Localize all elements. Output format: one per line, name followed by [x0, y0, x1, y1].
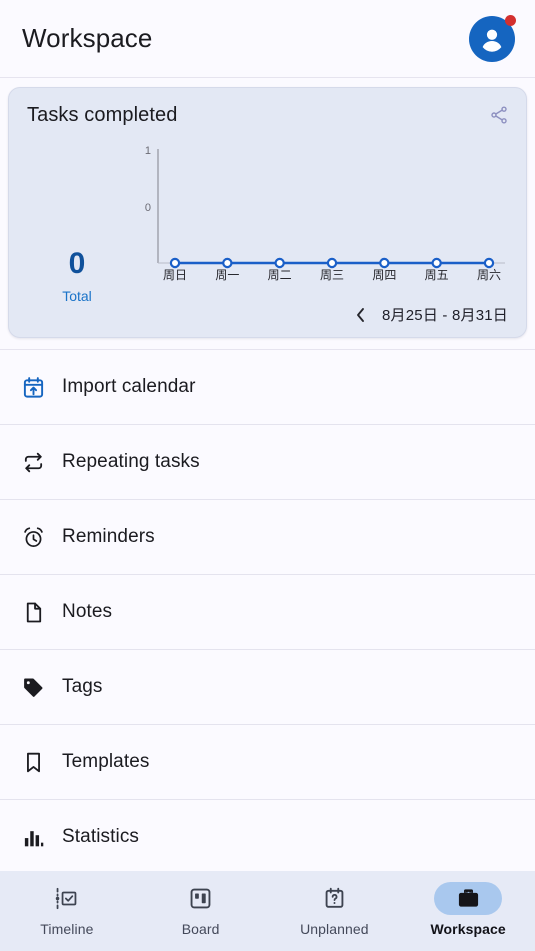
date-range-nav: 8月25日 - 8月31日: [352, 304, 508, 325]
nav-item-workspace[interactable]: Workspace: [401, 882, 535, 937]
bookmark-icon: [18, 751, 48, 774]
svg-text:1: 1: [145, 145, 151, 157]
list-item-label: Notes: [62, 601, 113, 622]
bottom-navigation: Timeline Board Unplanned Workspace: [0, 871, 535, 951]
chart-card-area: Tasks completed 0 Total 1 0 周日 周一 周二 周三 …: [0, 78, 535, 350]
nav-item-unplanned[interactable]: Unplanned: [268, 882, 402, 937]
nav-item-label: Unplanned: [300, 921, 369, 937]
list-item-repeating-tasks[interactable]: Repeating tasks: [0, 425, 535, 500]
list-item-notes[interactable]: Notes: [0, 575, 535, 650]
nav-item-label: Timeline: [40, 921, 94, 937]
share-icon[interactable]: [486, 102, 512, 128]
card-title: Tasks completed: [27, 104, 178, 126]
tasks-line-chart[interactable]: 1 0 周日 周一 周二 周三 周四 周五 周六: [127, 141, 508, 286]
svg-text:周四: 周四: [372, 268, 396, 282]
briefcase-icon[interactable]: [434, 882, 503, 915]
list-item-label: Reminders: [62, 526, 155, 547]
app-header: Workspace: [0, 0, 535, 78]
nav-item-board[interactable]: Board: [134, 882, 268, 937]
svg-text:周三: 周三: [320, 268, 344, 282]
total-block: 0 Total: [27, 141, 127, 305]
list-item-import-calendar[interactable]: Import calendar: [0, 350, 535, 425]
list-item-statistics[interactable]: Statistics: [0, 800, 535, 871]
chevron-left-icon[interactable]: [352, 305, 368, 325]
page-title: Workspace: [22, 23, 153, 53]
list-item-templates[interactable]: Templates: [0, 725, 535, 800]
nav-item-label: Workspace: [430, 921, 506, 937]
svg-text:周六: 周六: [477, 268, 501, 282]
list-item-label: Tags: [62, 676, 103, 697]
svg-text:周五: 周五: [425, 268, 449, 282]
board-icon[interactable]: [167, 882, 235, 915]
alarm-clock-icon: [18, 526, 48, 549]
list-item-label: Import calendar: [62, 376, 196, 397]
total-label: Total: [62, 288, 92, 304]
note-icon: [18, 601, 48, 624]
list-item-tags[interactable]: Tags: [0, 650, 535, 725]
svg-text:周日: 周日: [163, 268, 187, 282]
notification-badge: [505, 14, 516, 26]
bar-chart-icon: [18, 826, 48, 849]
timeline-icon[interactable]: [33, 882, 101, 915]
list-item-label: Templates: [62, 751, 150, 772]
date-range-label: 8月25日 - 8月31日: [382, 307, 508, 324]
repeat-icon: [18, 451, 48, 474]
list-item-label: Repeating tasks: [62, 451, 200, 472]
list-item-reminders[interactable]: Reminders: [0, 500, 535, 575]
tasks-completed-card[interactable]: Tasks completed 0 Total 1 0 周日 周一 周二 周三 …: [8, 87, 527, 338]
tag-icon: [18, 676, 48, 699]
workspace-menu-list: Import calendar Repeating tasks Reminder…: [0, 350, 535, 871]
calendar-import-icon: [18, 376, 48, 399]
card-body: 0 Total 1 0 周日 周一 周二 周三 周四 周五 周六: [27, 141, 508, 304]
avatar-button[interactable]: [469, 14, 516, 62]
svg-text:周一: 周一: [215, 268, 239, 282]
list-item-label: Statistics: [62, 826, 140, 847]
nav-item-label: Board: [181, 921, 220, 937]
svg-text:周二: 周二: [268, 268, 292, 282]
total-value: 0: [68, 247, 86, 280]
unplanned-calendar-icon[interactable]: [300, 882, 368, 915]
nav-item-timeline[interactable]: Timeline: [0, 882, 134, 937]
svg-text:0: 0: [145, 202, 151, 214]
